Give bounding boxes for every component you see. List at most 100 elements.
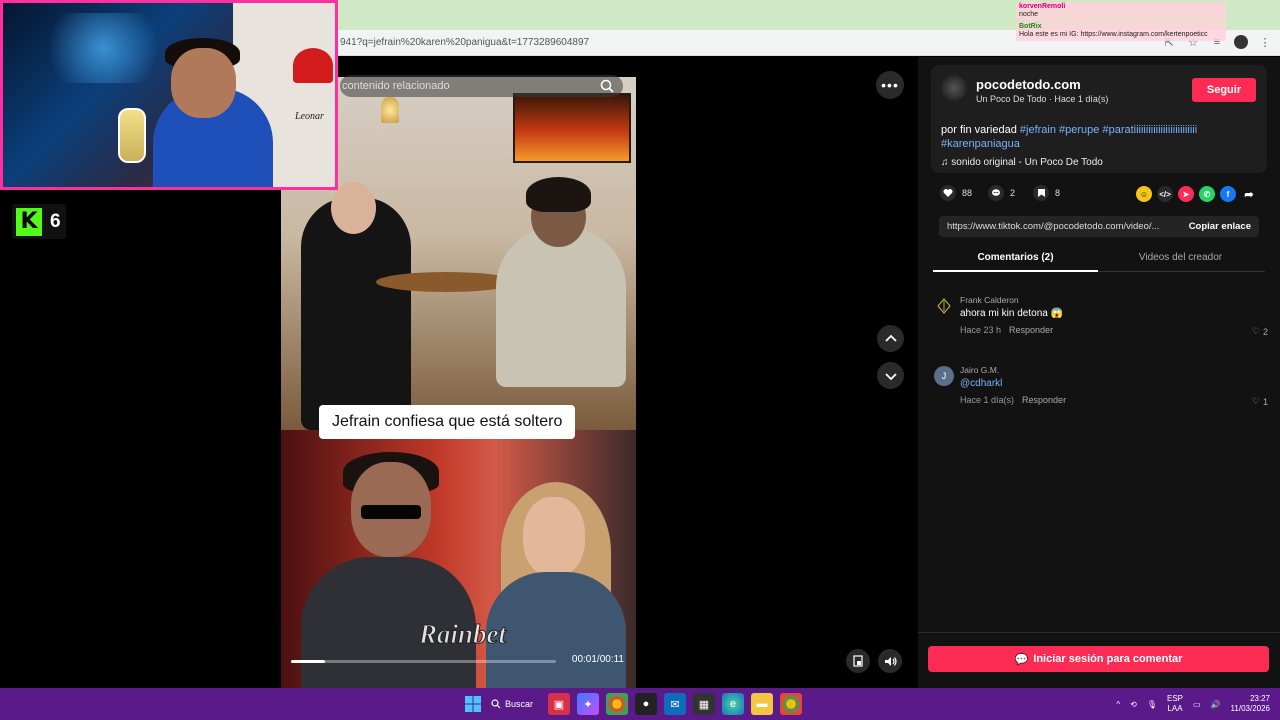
action-bar: 88 2 8 ☺ </> ➤ ✆ f ➦ — [940, 185, 1270, 203]
microphone-icon[interactable]: 🎙 — [1147, 700, 1157, 709]
chat-message: BotRix Hola este es mi IG: https://www.i… — [1016, 21, 1226, 41]
tab-comments[interactable]: Comentarios (2) — [933, 252, 1098, 263]
more-options-button[interactable]: ••• — [876, 71, 904, 99]
profile-avatar-icon[interactable] — [1234, 35, 1248, 49]
search-icon[interactable] — [599, 78, 615, 94]
chat-text: noche — [1019, 11, 1039, 19]
author-name[interactable]: pocodetodo.com — [976, 77, 1081, 92]
taskbar-search[interactable]: Buscar — [491, 699, 541, 709]
chevron-down-icon — [884, 372, 897, 380]
chat-bubble-icon: 💬 — [1014, 653, 1029, 666]
search-icon — [491, 699, 501, 709]
girl-face — [523, 497, 585, 577]
sound-row[interactable]: ♫ sonido original - Un Poco De Todo — [941, 157, 1103, 168]
facebook-icon[interactable]: f — [1220, 186, 1236, 202]
share-link-text[interactable]: https://www.tiktok.com/@pocodetodo.com/v… — [947, 221, 1172, 232]
copy-link-button[interactable]: Copiar enlace — [1189, 221, 1251, 232]
comment-text[interactable]: @cdharkl — [960, 378, 1002, 389]
hashtag-link[interactable]: #karenpaniagua — [941, 138, 1020, 150]
start-icon[interactable] — [462, 693, 484, 715]
video-caption: Jefrain confiesa que está soltero — [319, 405, 576, 439]
comment-like[interactable]: ♡ 1 — [1252, 396, 1268, 407]
copilot-icon[interactable]: ✦ — [577, 693, 599, 715]
send-icon[interactable]: ➤ — [1178, 186, 1194, 202]
microphone-graphic — [118, 108, 146, 163]
speaker-icon[interactable]: 🔊 — [1211, 700, 1221, 709]
comment-text: ahora mi kin detona 😱 — [960, 308, 1064, 319]
edge-icon[interactable]: e — [722, 693, 744, 715]
share-link-box: https://www.tiktok.com/@pocodetodo.com/v… — [939, 216, 1259, 237]
comment-count: 2 — [1010, 188, 1016, 198]
heart-outline-icon[interactable]: ♡ — [1252, 326, 1260, 337]
file-explorer-icon[interactable]: ▬ — [751, 693, 773, 715]
comment-icon[interactable] — [988, 185, 1004, 201]
chat-nick: korvenRemoli — [1019, 3, 1066, 10]
reply-button[interactable]: Responder — [1009, 325, 1053, 335]
comment-item: J Jairo G.M. @cdharkl Hace 1 día(s) Respo… — [932, 363, 1268, 413]
santa-hat-graphic — [293, 48, 333, 83]
github-icon[interactable]: ● — [635, 693, 657, 715]
commenter-avatar[interactable] — [934, 296, 954, 316]
like-action[interactable]: 88 — [940, 185, 972, 201]
viewer-count: 6 — [50, 210, 61, 232]
comment-meta: Hace 23 h Responder — [960, 325, 1053, 335]
save-action[interactable]: 8 — [1033, 185, 1060, 201]
clock[interactable]: 23:27 11/03/2026 — [1231, 694, 1270, 714]
sound-name[interactable]: sonido original - Un Poco De Todo — [951, 157, 1103, 168]
heart-icon[interactable] — [940, 185, 956, 201]
whatsapp-icon[interactable]: ✆ — [1199, 186, 1215, 202]
search-placeholder: contenido relacionado — [342, 80, 450, 92]
share-arrow-icon[interactable]: ➦ — [1241, 186, 1257, 202]
hashtag-link[interactable]: #perupe — [1059, 124, 1099, 136]
cam-glow — [33, 13, 173, 83]
tab-creator-videos[interactable]: Videos del creador — [1098, 252, 1263, 263]
store-icon[interactable]: ▦ — [693, 693, 715, 715]
volume-button[interactable] — [878, 649, 902, 673]
previous-video-button[interactable] — [877, 325, 904, 352]
browser-menu-icon[interactable]: ⋮ — [1258, 35, 1272, 49]
follow-button[interactable]: Seguir — [1192, 78, 1256, 102]
hashtag-link[interactable]: #paratiiiiiiiiiiiiiiiiiiiiiiiiii — [1102, 124, 1197, 136]
commenter-name[interactable]: Jairo G.M. — [960, 365, 999, 375]
video-time: 00:01/00:11 — [571, 654, 624, 665]
chrome-active-icon[interactable] — [780, 693, 802, 715]
man-figure — [496, 227, 626, 387]
related-search-input[interactable]: contenido relacionado — [340, 75, 623, 97]
login-to-comment-button[interactable]: 💬 Iniciar sesión para comentar — [928, 646, 1269, 672]
language-indicator[interactable]: ESP LAA — [1167, 694, 1183, 714]
post-card: pocodetodo.com Un Poco De Todo · Hace 1 … — [931, 65, 1267, 173]
author-avatar[interactable] — [941, 75, 967, 101]
network-icon[interactable]: ⟲ — [1130, 700, 1137, 709]
comment-action[interactable]: 2 — [988, 185, 1015, 201]
description-text: por fin variedad — [941, 124, 1020, 136]
video-progress-bar[interactable] — [291, 660, 556, 663]
reply-button[interactable]: Responder — [1022, 395, 1066, 405]
url-text[interactable]: 941?q=jefrain%20karen%20panigua&t=177328… — [340, 37, 589, 48]
table-graphic — [376, 272, 516, 292]
mail-icon[interactable]: ✉ — [664, 693, 686, 715]
chrome-icon[interactable] — [606, 693, 628, 715]
chevron-up-icon[interactable]: ^ — [1116, 700, 1120, 709]
embed-icon[interactable]: </> — [1157, 186, 1173, 202]
commenter-avatar[interactable]: J — [934, 366, 954, 386]
next-video-button[interactable] — [877, 362, 904, 389]
commenter-name[interactable]: Frank Calderon — [960, 295, 1019, 305]
app-icon-red[interactable]: ▣ — [548, 693, 570, 715]
taskbar-apps: Buscar ▣ ✦ ● ✉ ▦ e ▬ — [462, 693, 802, 715]
lamp-graphic — [381, 97, 399, 123]
comment-like-count: 1 — [1262, 396, 1268, 407]
language-top: ESP — [1167, 694, 1184, 703]
like-count: 88 — [962, 188, 973, 198]
video-watermark: Rainbet — [418, 619, 507, 650]
hashtag-link[interactable]: #jefrain — [1020, 124, 1056, 136]
heart-outline-icon[interactable]: ♡ — [1252, 396, 1260, 407]
language-bottom: LAA — [1167, 704, 1183, 713]
details-panel: pocodetodo.com Un Poco De Todo · Hace 1 … — [918, 57, 1280, 688]
repost-icon[interactable]: ☺ — [1136, 186, 1152, 202]
bookmark-icon[interactable] — [1033, 185, 1049, 201]
display-icon[interactable]: ▭ — [1193, 700, 1201, 709]
streamer-webcam-overlay: Leonar — [0, 0, 338, 190]
man-hair — [526, 177, 591, 212]
comment-like[interactable]: ♡ 2 — [1252, 326, 1268, 337]
mini-player-button[interactable] — [846, 649, 870, 673]
